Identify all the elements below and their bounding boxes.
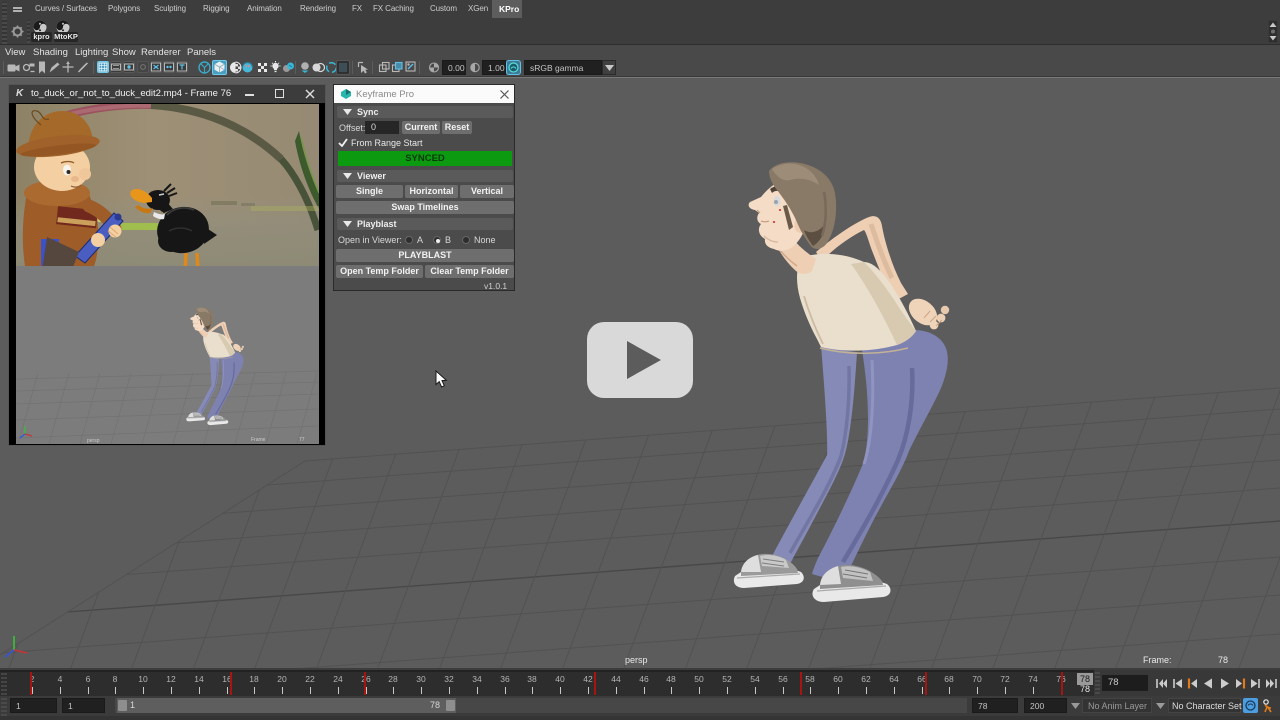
svg-text:Frame: Frame: [251, 437, 266, 443]
svg-text:77: 77: [299, 437, 305, 443]
svg-text:persp: persp: [87, 438, 100, 444]
